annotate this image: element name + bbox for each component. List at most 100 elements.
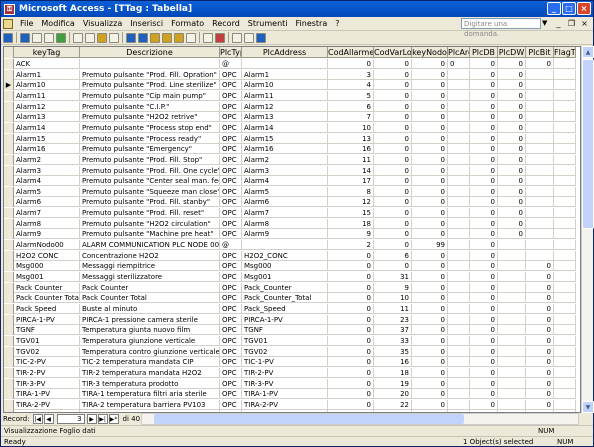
row-selector[interactable] bbox=[4, 229, 14, 240]
cell-plcdb[interactable]: 0 bbox=[470, 229, 498, 240]
cell-flagt[interactable] bbox=[554, 218, 576, 229]
table-row[interactable]: ▶ Alarm10 Premuto pulsante "Prod. Line ste… bbox=[4, 80, 576, 91]
cell-codallarme[interactable]: 11 bbox=[328, 154, 374, 165]
cell-keytag[interactable]: Pack Speed bbox=[14, 303, 80, 314]
cell-plcaddress[interactable]: Alarm3 bbox=[242, 165, 328, 176]
table-row[interactable]: TGNF Temperatura giunta nuovo film OPC TGNF… bbox=[4, 325, 576, 336]
cell-plcare[interactable] bbox=[448, 90, 470, 101]
table-row[interactable]: Alarm8 Premuto pulsante "H2O2 circulation… bbox=[4, 218, 576, 229]
current-record-input[interactable]: 3 bbox=[56, 414, 85, 424]
cell-keytag[interactable]: Alarm16 bbox=[14, 144, 80, 155]
cell-plcaddress[interactable]: Alarm11 bbox=[242, 90, 328, 101]
cell-plcaddress[interactable]: Pack_Speed bbox=[242, 303, 328, 314]
cell-keynodo[interactable]: 0 bbox=[412, 208, 448, 219]
cell-plcaddress[interactable]: Alarm9 bbox=[242, 229, 328, 240]
cell-plcdb[interactable]: 0 bbox=[470, 272, 498, 282]
cell-codallarme[interactable]: 0 bbox=[328, 303, 374, 314]
cell-keynodo[interactable]: 0 bbox=[412, 389, 448, 400]
cell-plcare[interactable] bbox=[448, 208, 470, 219]
cell-plcdw[interactable] bbox=[498, 367, 526, 378]
table-row[interactable]: Pack Counter Total Pack Counter Total OPC P… bbox=[4, 293, 576, 304]
cell-codvarloc[interactable]: 0 bbox=[374, 80, 412, 91]
cell-plctyp[interactable]: OPC bbox=[220, 80, 242, 91]
cell-descrizione[interactable]: TIC-2 temperatura mandata CIP bbox=[80, 357, 220, 368]
cell-plcbit[interactable] bbox=[526, 154, 554, 165]
cell-descrizione[interactable]: Buste al minuto bbox=[80, 303, 220, 314]
table-row[interactable]: TIRA-2-PV TIRA-2 temperatura barriera PV1… bbox=[4, 399, 576, 410]
cell-plcdw[interactable] bbox=[498, 272, 526, 282]
cell-keynodo[interactable]: 0 bbox=[412, 399, 448, 410]
cell-plcbit[interactable]: 0 bbox=[526, 282, 554, 293]
cell-flagt[interactable] bbox=[554, 314, 576, 325]
cell-codvarloc[interactable]: 37 bbox=[374, 325, 412, 336]
table-row[interactable]: TIRA-1-PV TIRA-1 temperatura filtri aria … bbox=[4, 389, 576, 400]
row-selector[interactable] bbox=[4, 144, 14, 155]
cell-flagt[interactable] bbox=[554, 112, 576, 123]
table-row[interactable]: TIR-2-PV TIR-2 temperatura mandata H2O2 OP… bbox=[4, 367, 576, 378]
cell-codvarloc[interactable]: 33 bbox=[374, 335, 412, 346]
table-row[interactable]: Alarm13 Premuto pulsante "H2O2 retrive" OP… bbox=[4, 112, 576, 123]
row-selector[interactable] bbox=[4, 186, 14, 197]
cell-codallarme[interactable]: 9 bbox=[328, 229, 374, 240]
cell-descrizione[interactable]: Premuto pulsante "H2O2 circulation" bbox=[80, 218, 220, 229]
cell-plcdb[interactable]: 0 bbox=[470, 357, 498, 368]
cell-plcare[interactable] bbox=[448, 346, 470, 357]
cell-plcare[interactable] bbox=[448, 250, 470, 261]
doc-restore-button[interactable]: ❐ bbox=[566, 18, 577, 29]
first-record-button[interactable]: |◀ bbox=[32, 414, 43, 424]
cell-keytag[interactable]: Alarm12 bbox=[14, 101, 80, 112]
cell-plcdb[interactable]: 0 bbox=[470, 250, 498, 261]
cell-keytag[interactable]: Alarm2 bbox=[14, 154, 80, 165]
menu-finestra[interactable]: Finestra bbox=[292, 19, 332, 28]
cell-keynodo[interactable]: 0 bbox=[412, 293, 448, 304]
cell-keynodo[interactable]: 0 bbox=[412, 80, 448, 91]
cell-plctyp[interactable]: OPC bbox=[220, 186, 242, 197]
row-selector[interactable] bbox=[4, 314, 14, 325]
table-row[interactable]: Alarm7 Premuto pulsante "Prod. Fill. rese… bbox=[4, 208, 576, 219]
print-preview-icon[interactable] bbox=[44, 32, 54, 43]
cell-codvarloc[interactable]: 10 bbox=[374, 293, 412, 304]
cell-plctyp[interactable]: OPC bbox=[220, 208, 242, 219]
cell-codvarloc[interactable]: 0 bbox=[374, 240, 412, 251]
cell-plcdb[interactable]: 0 bbox=[470, 154, 498, 165]
new-object-icon[interactable] bbox=[244, 32, 254, 43]
paste-icon[interactable] bbox=[97, 32, 107, 43]
print-icon[interactable] bbox=[32, 32, 42, 43]
cell-plctyp[interactable]: OPC bbox=[220, 314, 242, 325]
cell-keytag[interactable]: Alarm8 bbox=[14, 218, 80, 229]
cell-keytag[interactable]: Alarm11 bbox=[14, 90, 80, 101]
scroll-up-icon[interactable]: ▲ bbox=[582, 46, 594, 58]
cell-plcaddress[interactable]: PIRCA-1-PV bbox=[242, 314, 328, 325]
menu-modifica[interactable]: Modifica bbox=[37, 19, 78, 28]
cell-codallarme[interactable]: 0 bbox=[328, 282, 374, 293]
cell-plctyp[interactable]: OPC bbox=[220, 293, 242, 304]
cell-plcare[interactable] bbox=[448, 154, 470, 165]
cell-plctyp[interactable]: OPC bbox=[220, 144, 242, 155]
cell-plcbit[interactable]: 0 bbox=[526, 325, 554, 336]
cell-plcaddress[interactable]: TIR-2-PV bbox=[242, 367, 328, 378]
cell-plcaddress[interactable]: TIRA-1-PV bbox=[242, 389, 328, 400]
cell-plcdb[interactable]: 0 bbox=[470, 378, 498, 389]
table-row[interactable]: Pack Speed Buste al minuto OPC Pack_Speed 0 1… bbox=[4, 303, 576, 314]
cell-flagt[interactable] bbox=[554, 357, 576, 368]
cell-descrizione[interactable]: Premuto pulsante "Prod. Fill. One cycle" bbox=[80, 165, 220, 176]
cell-plcdb[interactable]: 0 bbox=[470, 389, 498, 400]
cell-plctyp[interactable]: @ bbox=[220, 59, 242, 69]
table-row[interactable]: Alarm16 Premuto pulsante "Emergency" OPC Al… bbox=[4, 144, 576, 155]
cell-keytag[interactable]: TGNF bbox=[14, 325, 80, 336]
cell-plcdb[interactable]: 0 bbox=[470, 176, 498, 187]
cell-keytag[interactable]: ACK bbox=[14, 59, 80, 69]
cell-keynodo[interactable]: 0 bbox=[412, 112, 448, 123]
cell-plcare[interactable] bbox=[448, 314, 470, 325]
cell-plcbit[interactable]: 0 bbox=[526, 357, 554, 368]
cell-flagt[interactable] bbox=[554, 272, 576, 282]
row-selector[interactable] bbox=[4, 378, 14, 389]
cell-plcdb[interactable]: 0 bbox=[470, 197, 498, 208]
cell-codallarme[interactable]: 10 bbox=[328, 122, 374, 133]
cell-plcbit[interactable] bbox=[526, 250, 554, 261]
cell-flagt[interactable] bbox=[554, 165, 576, 176]
cell-descrizione[interactable]: Premuto pulsante "Prod. Fill. Stop" bbox=[80, 154, 220, 165]
next-record-button[interactable]: ▶ bbox=[86, 414, 97, 424]
cell-plcdw[interactable] bbox=[498, 378, 526, 389]
cell-codvarloc[interactable]: 11 bbox=[374, 303, 412, 314]
